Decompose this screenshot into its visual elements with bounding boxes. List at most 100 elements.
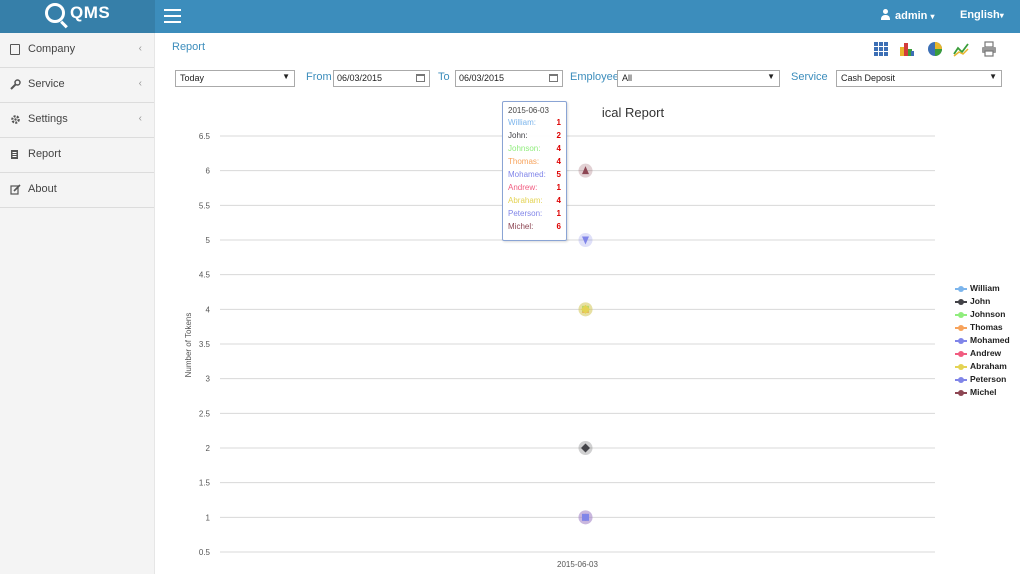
tooltip-series-value: 1 bbox=[556, 209, 561, 218]
y-tick-label: 1 bbox=[206, 513, 211, 522]
legend-label: John bbox=[970, 296, 991, 306]
tooltip-series-value: 6 bbox=[556, 222, 561, 231]
tooltip-series-name: Johnson: bbox=[508, 144, 541, 153]
tooltip-row: Michel: 6 bbox=[508, 222, 561, 235]
user-icon bbox=[880, 9, 891, 20]
building-icon bbox=[10, 44, 20, 55]
tooltip-date: 2015-06-03 bbox=[508, 106, 549, 115]
tooltip-series-value: 4 bbox=[556, 144, 561, 153]
tooltip-series-name: John: bbox=[508, 131, 528, 140]
user-menu[interactable]: admin ▾ bbox=[880, 9, 934, 22]
tooltip-series-value: 1 bbox=[556, 118, 561, 127]
logo[interactable]: QMS bbox=[0, 0, 155, 33]
legend-label: Mohamed bbox=[970, 335, 1010, 345]
sidebar-item-company[interactable]: Company ‹ bbox=[0, 33, 154, 68]
chart-tooltip: 2015-06-03 William: 1 John: 2 Johnson: 4 Thoma… bbox=[502, 101, 567, 241]
line-chart: ical Report Number of Tokens 0.5 1 1.5 2 2.5… bbox=[184, 105, 935, 569]
data-point-michel[interactable] bbox=[578, 163, 593, 178]
y-tick-label: 5.5 bbox=[199, 201, 211, 210]
legend-label: Abraham bbox=[970, 361, 1007, 371]
chevron-left-icon: ‹ bbox=[138, 78, 142, 89]
sidebar-item-about[interactable]: About bbox=[0, 173, 154, 208]
sidebar-item-settings[interactable]: Settings ‹ bbox=[0, 103, 154, 138]
tooltip-row: Mohamed: 5 bbox=[508, 170, 561, 183]
y-tick-label: 5 bbox=[206, 236, 211, 245]
chart-title: ical Report bbox=[602, 105, 665, 120]
tooltip-row: Thomas: 4 bbox=[508, 157, 561, 170]
legend-label: Michel bbox=[970, 387, 997, 397]
language-menu[interactable]: English▾ bbox=[960, 9, 1004, 21]
legend-marker-icon bbox=[958, 377, 964, 383]
language-label: English bbox=[960, 9, 1000, 21]
y-tick-label: 2 bbox=[206, 444, 211, 453]
y-axis-label: Number of Tokens bbox=[184, 313, 193, 378]
y-tick-label: 3 bbox=[206, 375, 211, 384]
sidebar-item-report[interactable]: Report bbox=[0, 138, 154, 173]
top-navbar: QMS admin ▾ English▾ bbox=[0, 0, 1020, 33]
sidebar-item-service[interactable]: Service ‹ bbox=[0, 68, 154, 103]
legend-label: Andrew bbox=[970, 348, 1002, 358]
tooltip-series-name: William: bbox=[508, 118, 536, 127]
legend-label: Thomas bbox=[970, 322, 1003, 332]
user-name: admin bbox=[895, 10, 928, 22]
tooltip-series-value: 4 bbox=[556, 196, 561, 205]
tooltip-series-name: Peterson: bbox=[508, 209, 543, 218]
y-tick-label: 4.5 bbox=[199, 271, 211, 280]
legend-marker-icon bbox=[958, 364, 964, 370]
y-tick-label: 0.5 bbox=[199, 548, 211, 557]
tooltip-series-name: Abraham: bbox=[508, 196, 543, 205]
legend-marker-icon bbox=[958, 338, 964, 344]
logo-mark-icon bbox=[45, 3, 65, 23]
y-tick-label: 2.5 bbox=[199, 409, 211, 418]
sidebar-item-label: Service bbox=[28, 78, 65, 90]
chevron-left-icon: ‹ bbox=[138, 43, 142, 54]
legend-label: William bbox=[970, 283, 1000, 293]
legend-label: Peterson bbox=[970, 374, 1007, 384]
tooltip-series-value: 1 bbox=[556, 183, 561, 192]
tooltip-series-name: Mohamed: bbox=[508, 170, 546, 179]
tooltip-series-name: Michel: bbox=[508, 222, 534, 231]
legend-marker-icon bbox=[958, 351, 964, 357]
legend-marker-icon bbox=[958, 286, 964, 292]
legend-marker-icon bbox=[958, 325, 964, 331]
sidebar-item-label: Company bbox=[28, 43, 76, 55]
report-icon bbox=[10, 149, 20, 160]
tooltip-row: John: 2 bbox=[508, 131, 561, 144]
tooltip-row: Peterson: 1 bbox=[508, 209, 561, 222]
y-tick-label: 6.5 bbox=[199, 132, 211, 141]
data-point-abraham[interactable] bbox=[578, 302, 593, 317]
tooltip-row: Abraham: 4 bbox=[508, 196, 561, 209]
sidebar-item-label: Report bbox=[28, 148, 62, 160]
legend-label: Johnson bbox=[970, 309, 1006, 319]
main-content: Report Today ▼ From 06/03/2015 To 06/03/… bbox=[155, 33, 1020, 574]
tooltip-row: Johnson: 4 bbox=[508, 144, 561, 157]
y-tick-label: 1.5 bbox=[199, 479, 211, 488]
legend-marker-icon bbox=[958, 299, 964, 305]
tooltip-series-value: 4 bbox=[556, 157, 561, 166]
tooltip-row: Andrew: 1 bbox=[508, 183, 561, 196]
data-point-mohamed[interactable] bbox=[578, 233, 593, 247]
wrench-icon bbox=[10, 79, 21, 90]
edit-icon bbox=[10, 184, 21, 195]
sidebar-item-label: About bbox=[28, 183, 57, 195]
tooltip-series-name: Andrew: bbox=[508, 183, 538, 192]
gear-icon bbox=[10, 114, 20, 125]
tooltip-series-name: Thomas: bbox=[508, 157, 540, 166]
tooltip-series-value: 2 bbox=[556, 131, 561, 140]
x-tick-label: 2015-06-03 bbox=[557, 560, 598, 569]
tooltip-row: William: 1 bbox=[508, 118, 561, 131]
y-tick-label: 3.5 bbox=[199, 340, 211, 349]
sidebar: Company ‹ Service ‹ Settings ‹ Report Ab… bbox=[0, 33, 155, 574]
chevron-left-icon: ‹ bbox=[138, 113, 142, 124]
legend-marker-icon bbox=[958, 312, 964, 318]
y-tick-label: 6 bbox=[206, 167, 211, 176]
hamburger-menu-icon[interactable] bbox=[164, 9, 181, 23]
data-point-peterson[interactable] bbox=[578, 510, 593, 525]
caret-down-icon: ▾ bbox=[930, 12, 935, 21]
tooltip-series-value: 5 bbox=[556, 170, 561, 179]
data-point-john[interactable] bbox=[578, 441, 593, 455]
caret-down-icon: ▾ bbox=[999, 11, 1004, 20]
legend-marker-icon bbox=[958, 390, 964, 396]
y-tick-label: 4 bbox=[206, 305, 211, 314]
logo-text: QMS bbox=[70, 3, 111, 22]
